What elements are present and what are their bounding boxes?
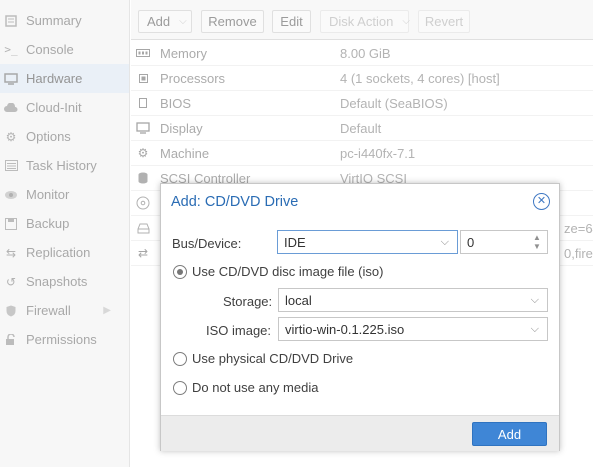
radio-button-checked[interactable] [173, 264, 187, 279]
dialog-add-button-label: Add [497, 426, 522, 442]
storage-select-value: local [285, 292, 312, 308]
bus-select-value: IDE [284, 234, 306, 250]
radio-use-iso[interactable]: Use CD/DVD disc image file (iso) [173, 264, 383, 279]
dialog-add-button[interactable]: Add [472, 422, 547, 446]
radio-button[interactable] [173, 380, 187, 395]
storage-label: Storage: [223, 294, 273, 309]
iso-image-select[interactable]: virtio-win-0.1.225.iso ⌵ [278, 317, 548, 341]
iso-image-label: ISO image: [206, 323, 272, 338]
radio-no-media-label: Do not use any media [192, 380, 319, 395]
dialog-header: Add: CD/DVD Drive ✕ [161, 184, 559, 219]
radio-no-media[interactable]: Do not use any media [173, 380, 318, 395]
radio-use-iso-label: Use CD/DVD disc image file (iso) [192, 264, 384, 279]
chevron-down-icon: ⌵ [530, 294, 539, 306]
chevron-down-icon: ⌵ [530, 323, 539, 335]
dialog-footer: Add [161, 415, 559, 451]
spinner-icon[interactable]: ▲ ▼ [533, 233, 543, 251]
radio-use-physical-label: Use physical CD/DVD Drive [192, 351, 354, 366]
radio-use-physical[interactable]: Use physical CD/DVD Drive [173, 351, 353, 366]
dialog-title: Add: CD/DVD Drive [171, 193, 299, 210]
chevron-down-icon: ⌵ [440, 236, 449, 248]
close-icon[interactable]: ✕ [533, 193, 550, 210]
device-number-value: 0 [467, 234, 475, 250]
storage-select[interactable]: local ⌵ [278, 288, 548, 312]
device-number-stepper[interactable]: 0 ▲ ▼ [460, 230, 548, 254]
add-cd-dvd-dialog: Add: CD/DVD Drive ✕ Bus/Device: IDE ⌵ 0 … [160, 183, 560, 451]
bus-select[interactable]: IDE ⌵ [277, 230, 458, 254]
bus-device-label: Bus/Device: [172, 236, 242, 251]
iso-image-select-value: virtio-win-0.1.225.iso [285, 321, 405, 337]
radio-button[interactable] [173, 351, 187, 366]
